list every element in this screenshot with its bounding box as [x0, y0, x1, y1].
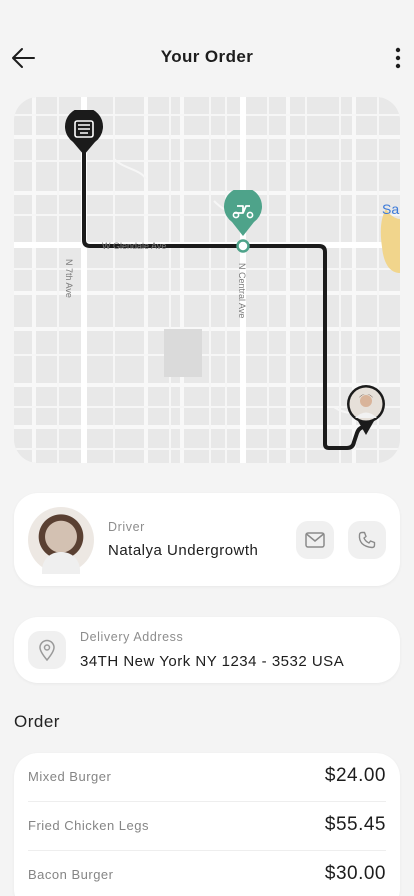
street-label-glendale: W Glendale Ave [102, 241, 167, 251]
message-driver-button[interactable] [296, 521, 334, 559]
restaurant-pin-icon[interactable] [64, 110, 104, 156]
street-label-central: N Central Ave [237, 263, 247, 319]
item-name: Mixed Burger [28, 769, 112, 784]
page-title: Your Order [160, 47, 254, 66]
item-name: Fried Chicken Legs [28, 818, 149, 833]
place-label[interactable]: Sa [382, 201, 399, 217]
customer-avatar-pin[interactable] [346, 385, 386, 437]
driver-avatar [28, 507, 94, 574]
item-price: $30.00 [324, 863, 386, 884]
driver-caption: Driver [108, 520, 145, 534]
courier-position-dot [236, 239, 250, 253]
address-caption: Delivery Address [80, 630, 184, 644]
street-label-7th: N 7th Ave [64, 259, 74, 298]
item-price: $24.00 [324, 765, 386, 786]
item-name: Bacon Burger [28, 867, 114, 882]
delivery-address-card[interactable]: Delivery Address 34TH New York NY 1234 -… [14, 617, 400, 683]
call-driver-button[interactable] [348, 521, 386, 559]
driver-name: Natalya Undergrowth [108, 542, 259, 559]
location-pin-icon [39, 639, 55, 661]
list-item[interactable]: Mixed Burger $24.00 [28, 753, 386, 802]
phone-icon [358, 531, 376, 549]
mail-icon [305, 532, 325, 548]
order-items-card: Mixed Burger $24.00 Fried Chicken Legs $… [14, 753, 400, 896]
more-vertical-icon[interactable] [390, 45, 406, 71]
order-section-title: Order [14, 712, 60, 731]
address-value: 34TH New York NY 1234 - 3532 USA [80, 653, 345, 670]
address-icon-box [28, 631, 66, 669]
delivery-map[interactable]: W Glendale Ave N 7th Ave N Central Ave S… [14, 97, 400, 463]
driver-card: Driver Natalya Undergrowth [14, 493, 400, 586]
list-item[interactable]: Bacon Burger $30.00 [28, 851, 386, 896]
item-price: $55.45 [324, 814, 386, 835]
list-item[interactable]: Fried Chicken Legs $55.45 [28, 802, 386, 851]
scooter-pin-icon[interactable] [223, 190, 263, 238]
